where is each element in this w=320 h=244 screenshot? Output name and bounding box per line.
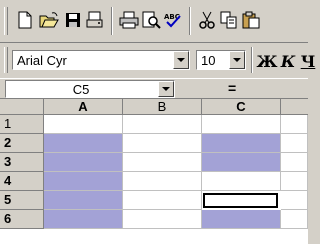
bold-button[interactable]: Ж bbox=[257, 51, 278, 71]
name-box[interactable]: C5 bbox=[5, 80, 175, 98]
open-folder-icon[interactable] bbox=[38, 9, 60, 31]
toolbar-grip[interactable] bbox=[4, 7, 8, 35]
save-icon[interactable] bbox=[62, 9, 84, 31]
row-header-5[interactable]: 5 bbox=[0, 191, 44, 210]
cell-b3[interactable] bbox=[123, 153, 202, 172]
copy-icon[interactable] bbox=[218, 9, 240, 31]
chevron-down-icon[interactable] bbox=[158, 81, 174, 97]
cut-icon[interactable] bbox=[196, 9, 218, 31]
print-preview-icon[interactable] bbox=[140, 9, 162, 31]
toolbar-separator bbox=[189, 7, 191, 35]
cell-b6[interactable] bbox=[123, 210, 202, 229]
cell-a5[interactable] bbox=[44, 191, 123, 210]
row-header-3[interactable]: 3 bbox=[0, 153, 44, 172]
formatting-toolbar: Arial Cyr 10 Ж К Ч bbox=[0, 43, 315, 78]
cell-b1[interactable] bbox=[123, 115, 202, 134]
select-all-corner[interactable] bbox=[0, 99, 44, 115]
cell-a1[interactable] bbox=[44, 115, 123, 134]
cell-d5[interactable] bbox=[281, 191, 308, 210]
font-name-combo[interactable]: Arial Cyr bbox=[12, 50, 190, 70]
cell-c1[interactable] bbox=[202, 115, 281, 134]
underline-button[interactable]: Ч bbox=[298, 51, 318, 71]
cell-b4[interactable] bbox=[123, 172, 202, 191]
cell-a3[interactable] bbox=[44, 153, 123, 172]
row-header-2[interactable]: 2 bbox=[0, 134, 44, 153]
cell-c3[interactable] bbox=[202, 153, 281, 172]
column-header-c[interactable]: C bbox=[202, 99, 281, 115]
row-header-4[interactable]: 4 bbox=[0, 172, 44, 191]
standard-toolbar: ABC bbox=[0, 0, 308, 43]
chevron-down-icon[interactable] bbox=[229, 51, 245, 69]
new-document-icon[interactable] bbox=[14, 9, 36, 31]
document-icon[interactable] bbox=[84, 9, 106, 31]
toolbar-grip[interactable] bbox=[4, 47, 8, 73]
column-header-a[interactable]: A bbox=[44, 99, 123, 115]
cell-d3[interactable] bbox=[281, 153, 308, 172]
paste-icon[interactable] bbox=[240, 9, 262, 31]
row-header-1[interactable]: 1 bbox=[0, 115, 44, 134]
cell-d1[interactable] bbox=[281, 115, 308, 134]
cell-d2[interactable] bbox=[281, 134, 308, 153]
cell-c6[interactable] bbox=[202, 210, 281, 229]
font-size-combo[interactable]: 10 bbox=[196, 50, 246, 70]
toolbar-separator bbox=[251, 47, 253, 73]
cell-b2[interactable] bbox=[123, 134, 202, 153]
name-box-value: C5 bbox=[72, 82, 90, 97]
italic-button[interactable]: К bbox=[278, 51, 298, 71]
cell-a4[interactable] bbox=[44, 172, 123, 191]
font-size-value: 10 bbox=[201, 53, 216, 68]
cell-c5[interactable] bbox=[203, 193, 278, 208]
formula-bar: C5 = bbox=[0, 78, 308, 99]
spelling-icon[interactable]: ABC bbox=[162, 9, 184, 31]
cell-a2[interactable] bbox=[44, 134, 123, 153]
row-header-6[interactable]: 6 bbox=[0, 210, 44, 229]
column-header-d[interactable] bbox=[281, 99, 308, 115]
cell-c2[interactable] bbox=[202, 134, 281, 153]
chevron-down-icon[interactable] bbox=[173, 51, 189, 69]
cell-b5[interactable] bbox=[123, 191, 202, 210]
edit-formula-button[interactable]: = bbox=[228, 80, 236, 96]
cell-a6[interactable] bbox=[44, 210, 123, 229]
toolbar-separator bbox=[111, 7, 113, 35]
print-icon[interactable] bbox=[118, 9, 140, 31]
font-name-value: Arial Cyr bbox=[17, 53, 67, 68]
spreadsheet-grid: A B C 1 2 3 4 5 6 bbox=[0, 98, 308, 244]
cell-c4[interactable] bbox=[202, 172, 281, 191]
column-header-b[interactable]: B bbox=[123, 99, 202, 115]
cell-d4[interactable] bbox=[281, 172, 308, 191]
cell-d6[interactable] bbox=[281, 210, 308, 229]
